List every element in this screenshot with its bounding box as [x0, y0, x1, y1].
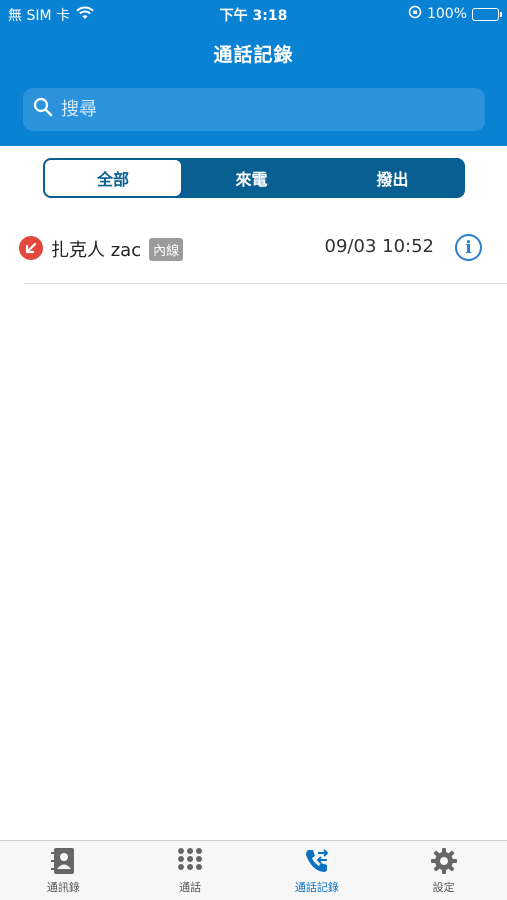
- tab-label-dialpad: 通話: [179, 880, 202, 894]
- page-title: 通話記錄: [213, 44, 294, 66]
- status-right: 100%: [408, 5, 502, 23]
- header: 無 SIM 卡 下午 3:18 100% 通話記錄: [0, 0, 507, 146]
- tab-label-call-log: 通話記錄: [294, 880, 339, 894]
- extension-badge: 內線: [149, 237, 184, 261]
- gear-icon: [430, 847, 458, 875]
- segment-all[interactable]: 全部: [45, 160, 181, 196]
- segment-incoming[interactable]: 來電: [181, 160, 322, 196]
- tab-label-settings: 設定: [432, 880, 455, 894]
- tab-bar: 通訊錄 通話 通話記錄 設定: [0, 840, 507, 900]
- search-icon: [33, 97, 53, 122]
- status-bar: 無 SIM 卡 下午 3:18 100%: [0, 0, 507, 28]
- battery-icon: [472, 7, 502, 21]
- row-divider: [24, 283, 507, 284]
- call-filter-segment: 全部 來電 撥出: [43, 158, 465, 198]
- call-log-icon: [303, 847, 331, 875]
- search-bar[interactable]: [23, 88, 485, 131]
- call-datetime: 09/03 10:52: [324, 236, 434, 257]
- battery-percent: 100%: [426, 6, 467, 22]
- dialpad-icon: [177, 847, 203, 875]
- caller-name-group: 扎克人 zac 內線: [51, 236, 184, 262]
- tab-dialpad[interactable]: 通話: [127, 841, 254, 900]
- contacts-icon: [50, 847, 76, 875]
- caller-name: 扎克人 zac: [51, 240, 142, 261]
- info-icon[interactable]: i: [455, 234, 482, 261]
- rotation-lock-icon: [408, 5, 422, 23]
- incoming-call-icon: [19, 236, 43, 260]
- segment-outgoing[interactable]: 撥出: [322, 160, 463, 196]
- tab-contacts[interactable]: 通訊錄: [0, 841, 127, 900]
- tab-label-contacts: 通訊錄: [46, 880, 80, 894]
- tab-call-log[interactable]: 通話記錄: [254, 841, 381, 900]
- tab-settings[interactable]: 設定: [380, 841, 507, 900]
- search-input[interactable]: [61, 99, 461, 120]
